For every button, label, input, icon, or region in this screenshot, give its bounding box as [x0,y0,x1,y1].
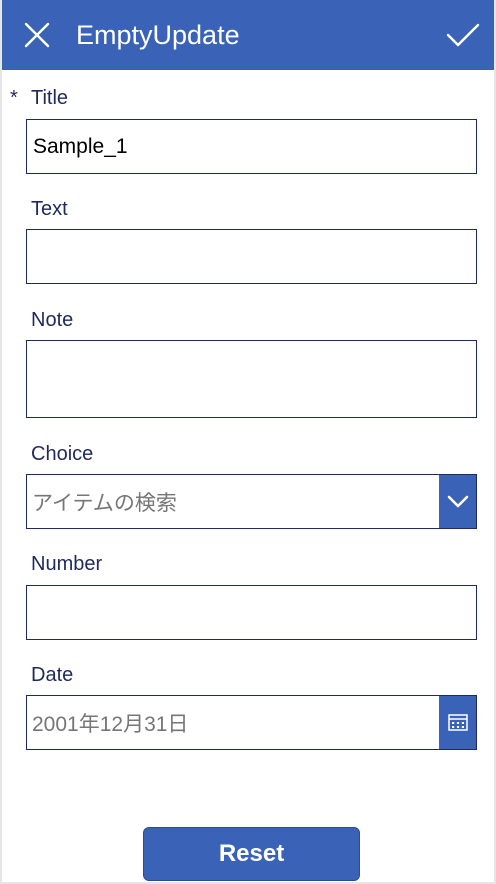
note-label: Note [31,309,74,331]
close-button[interactable] [4,0,70,70]
header-bar: EmptyUpdate [2,0,494,70]
number-label: Number [31,553,103,575]
date-picker[interactable]: 2001年12月31日 [26,695,477,750]
calendar-button[interactable] [439,696,476,749]
title-input[interactable] [26,119,477,174]
date-label: Date [31,664,74,686]
calendar-icon [447,714,468,731]
chevron-down-icon [447,495,468,507]
submit-button[interactable] [432,0,494,70]
text-label: Text [31,198,68,220]
required-marker: * [10,87,18,109]
choice-dropdown[interactable]: アイテムの検索 [26,474,477,529]
number-input[interactable] [26,585,477,640]
checkmark-icon [446,23,480,47]
form-screen: EmptyUpdate * Title Text Note Choice アイテ… [0,0,496,884]
choice-label: Choice [31,443,94,465]
close-icon [24,22,50,48]
title-label: Title [31,87,69,109]
page-title: EmptyUpdate [76,20,240,50]
text-input[interactable] [26,229,477,284]
choice-expand-button[interactable] [439,475,476,528]
note-textarea[interactable] [26,340,477,418]
date-placeholder: 2001年12月31日 [32,712,189,736]
choice-placeholder: アイテムの検索 [32,491,177,515]
reset-button[interactable]: Reset [143,827,360,881]
